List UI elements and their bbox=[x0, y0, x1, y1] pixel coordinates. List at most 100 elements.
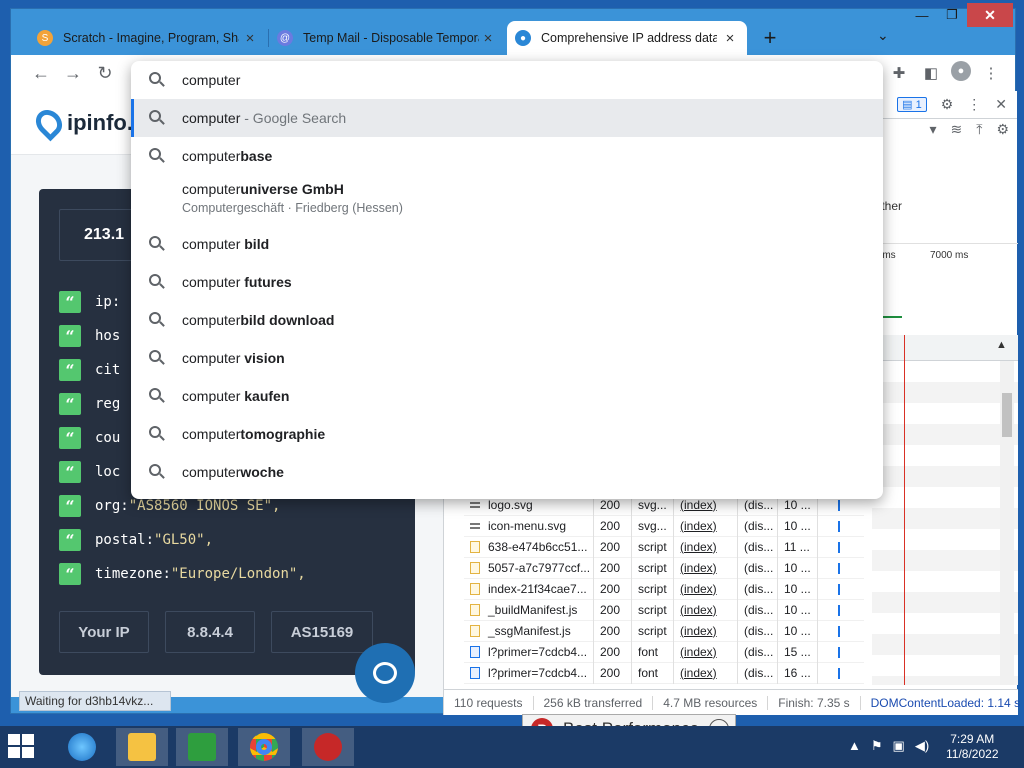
close-tab-icon[interactable]: × bbox=[479, 30, 497, 47]
sort-up-icon[interactable]: ▲ bbox=[996, 339, 1007, 351]
reload-icon[interactable]: ↻ bbox=[93, 61, 117, 85]
scroll-thumb[interactable] bbox=[1002, 393, 1012, 437]
request-row[interactable]: 638-e474b6cc51... 200 script (index) (dis...… bbox=[464, 536, 864, 558]
network-icon[interactable]: ▣ bbox=[893, 738, 905, 754]
request-initiator[interactable]: (index) bbox=[674, 536, 738, 558]
network-settings-icon[interactable]: ⚙ bbox=[996, 121, 1009, 138]
request-time: 10 ... bbox=[778, 620, 818, 642]
devtools-close-icon[interactable]: ✕ bbox=[995, 96, 1007, 113]
ip-address: 213.1 bbox=[84, 226, 125, 243]
request-time: 16 ... bbox=[778, 662, 818, 684]
tab-tempmail[interactable]: @ Temp Mail - Disposable Temporar × bbox=[269, 21, 505, 55]
request-initiator[interactable]: (index) bbox=[674, 557, 738, 579]
minimize-icon[interactable]: — bbox=[907, 3, 937, 27]
issues-badge[interactable]: ▤ 1 bbox=[897, 97, 927, 112]
script-file-icon bbox=[470, 583, 480, 595]
devtools-menu-icon[interactable]: ⋮ bbox=[967, 96, 981, 113]
request-initiator[interactable]: (index) bbox=[674, 662, 738, 684]
request-time: 15 ... bbox=[778, 641, 818, 663]
new-tab-button[interactable]: + bbox=[757, 25, 783, 51]
side-panel-icon[interactable]: ◧ bbox=[919, 61, 943, 85]
suggestion-item[interactable]: computer bild bbox=[131, 225, 883, 263]
close-tab-icon[interactable]: × bbox=[241, 30, 259, 47]
suggestion-prefix: computer bbox=[182, 148, 241, 164]
suggestion-item[interactable]: computerbase bbox=[131, 137, 883, 175]
search-icon bbox=[149, 426, 161, 438]
request-initiator[interactable]: (index) bbox=[674, 620, 738, 642]
issues-count: 1 bbox=[915, 99, 922, 111]
request-name: 5057-a7c7977ccf... bbox=[488, 560, 591, 575]
chat-button[interactable] bbox=[355, 643, 415, 703]
clock[interactable]: 7:29 AM 11/8/2022 bbox=[946, 732, 999, 762]
request-name-cell: _buildManifest.js bbox=[464, 599, 594, 621]
request-waterfall bbox=[818, 537, 864, 558]
network-conditions-icon[interactable]: ≋ bbox=[951, 121, 963, 138]
suggestion-item[interactable]: computerwoche bbox=[131, 453, 883, 491]
address-bar-input[interactable]: computer bbox=[131, 61, 883, 99]
extensions-icon[interactable]: ✚ bbox=[887, 61, 911, 85]
suggestion-item[interactable]: computeruniverse GmbH Computergeschäft · … bbox=[131, 175, 883, 223]
explorer-taskbar-icon[interactable] bbox=[116, 728, 168, 766]
volume-icon[interactable]: ◀) bbox=[915, 738, 929, 754]
suggestion-item[interactable]: computer futures bbox=[131, 263, 883, 301]
suggestion-text: computer bild bbox=[182, 236, 269, 252]
suggestion-subtitle: Computergeschäft · Friedberg (Hessen) bbox=[182, 201, 403, 215]
asn-button[interactable]: AS15169 bbox=[271, 611, 373, 653]
request-row[interactable]: _ssgManifest.js 200 script (index) (dis... 10… bbox=[464, 620, 864, 642]
chrome-taskbar-icon[interactable] bbox=[238, 728, 290, 766]
request-row[interactable]: 5057-a7c7977ccf... 200 script (index) (dis..… bbox=[464, 557, 864, 579]
suggestion-item[interactable]: computer vision bbox=[131, 339, 883, 377]
tab-scratch[interactable]: S Scratch - Imagine, Program, Shar × bbox=[29, 21, 267, 55]
clock-time: 7:29 AM bbox=[950, 732, 995, 746]
request-time: 10 ... bbox=[778, 557, 818, 579]
suggestion-item[interactable]: computer kaufen bbox=[131, 377, 883, 415]
request-row[interactable]: l?primer=7cdcb4... 200 font (index) (dis... 1… bbox=[464, 641, 864, 663]
request-row[interactable]: index-21f34cae7... 200 script (index) (dis..… bbox=[464, 578, 864, 600]
request-initiator[interactable]: (index) bbox=[674, 578, 738, 600]
request-table: logo.svg 200 svg... (index) (dis... 10 ... ico… bbox=[464, 494, 864, 684]
flag-icon[interactable]: ⚑ bbox=[871, 738, 883, 754]
suggestion-prefix: computer bbox=[182, 312, 241, 328]
waterfall-bar bbox=[838, 520, 840, 532]
waterfall-bar bbox=[838, 499, 840, 511]
tab-search-icon[interactable]: ⌄ bbox=[877, 27, 889, 44]
json-key: cou bbox=[95, 430, 121, 446]
request-name: _ssgManifest.js bbox=[488, 623, 571, 638]
json-value: "AS8560 IONOS SE", bbox=[128, 498, 281, 514]
import-icon[interactable]: ⤒ bbox=[976, 121, 982, 138]
request-row[interactable]: icon-menu.svg 200 svg... (index) (dis... 10 .… bbox=[464, 515, 864, 537]
settings-icon[interactable]: ⚙ bbox=[941, 96, 954, 113]
app-taskbar-icon[interactable] bbox=[302, 728, 354, 766]
suggestion-item[interactable]: computer - Google Search bbox=[131, 99, 883, 137]
tray-expand-icon[interactable]: ▲ bbox=[848, 738, 861, 754]
request-row[interactable]: l?primer=7cdcb4... 200 font (index) (dis... 1… bbox=[464, 662, 864, 684]
ie-taskbar-icon[interactable] bbox=[56, 728, 108, 766]
start-button[interactable] bbox=[8, 734, 36, 760]
suggestion-item[interactable]: computerbild download bbox=[131, 301, 883, 339]
menu-icon[interactable]: ⋮ bbox=[979, 61, 1003, 85]
dropdown-icon[interactable]: ▾ bbox=[929, 121, 936, 138]
suggestion-item[interactable]: computertomographie bbox=[131, 415, 883, 453]
ip-8844-button[interactable]: 8.8.4.4 bbox=[165, 611, 255, 653]
request-initiator[interactable]: (index) bbox=[674, 599, 738, 621]
forward-icon[interactable]: → bbox=[61, 61, 85, 85]
your-ip-button[interactable]: Your IP bbox=[59, 611, 149, 653]
suggestion-completion: bild download bbox=[240, 312, 335, 328]
request-row[interactable]: _buildManifest.js 200 script (index) (dis...… bbox=[464, 599, 864, 621]
request-initiator[interactable]: (index) bbox=[674, 515, 738, 537]
request-waterfall bbox=[818, 642, 864, 663]
ipinfo-logo[interactable]: ipinfo. bbox=[30, 104, 133, 142]
request-initiator[interactable]: (index) bbox=[674, 641, 738, 663]
json-key: ip bbox=[95, 294, 112, 310]
back-icon[interactable]: ← bbox=[29, 61, 53, 85]
store-taskbar-icon[interactable] bbox=[176, 728, 228, 766]
close-tab-icon[interactable]: × bbox=[721, 30, 739, 47]
window-close-icon[interactable]: ✕ bbox=[967, 3, 1013, 27]
tab-ipinfo[interactable]: ● Comprehensive IP address data, × bbox=[507, 21, 747, 55]
request-name: 638-e474b6cc51... bbox=[488, 539, 588, 554]
profile-avatar[interactable]: ● bbox=[951, 61, 971, 81]
request-name: index-21f34cae7... bbox=[488, 581, 587, 596]
maximize-icon[interactable]: ❐ bbox=[937, 3, 967, 27]
search-icon bbox=[149, 312, 161, 324]
waterfall-bar bbox=[838, 625, 840, 637]
